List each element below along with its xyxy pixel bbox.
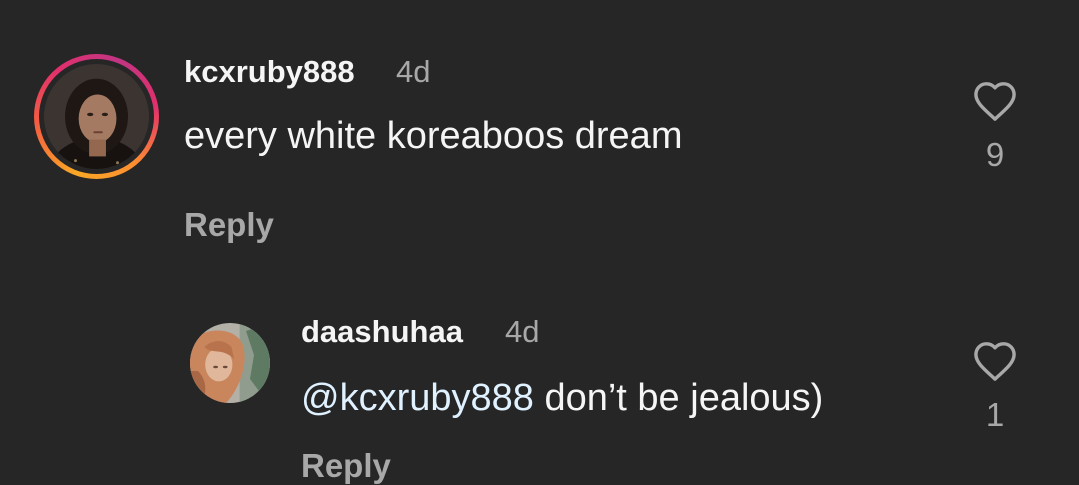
comment-text: every white koreaboos dream [184,115,683,157]
mention-link[interactable]: @kcxruby888 [301,377,534,419]
story-ring[interactable] [34,54,159,179]
reply-button[interactable]: Reply [184,206,274,244]
comment: kcxruby888 4d every white koreaboos drea… [0,0,1079,260]
heart-outline-icon [974,342,1016,381]
like-button[interactable]: 9 [965,80,1025,174]
like-count: 1 [985,396,1005,433]
reply-username[interactable]: daashuhaa [301,314,463,350]
like-count: 9 [985,136,1005,173]
reply-button[interactable]: Reply [301,447,391,485]
reply-timestamp: 4d [505,314,540,349]
avatar[interactable] [190,323,270,403]
reply-text: @kcxruby888 don’t be jealous) [301,377,823,420]
like-button[interactable]: 1 [965,340,1025,434]
comment-timestamp: 4d [396,54,431,89]
reply-message: don’t be jealous) [533,377,824,419]
comment-username[interactable]: kcxruby888 [184,54,355,90]
profile-photo [44,64,149,169]
profile-photo [190,323,270,403]
heart-outline-icon [974,82,1016,121]
reply-comment: daashuhaa 4d @kcxruby888 don’t be jealou… [0,290,1079,484]
avatar[interactable] [44,64,149,169]
